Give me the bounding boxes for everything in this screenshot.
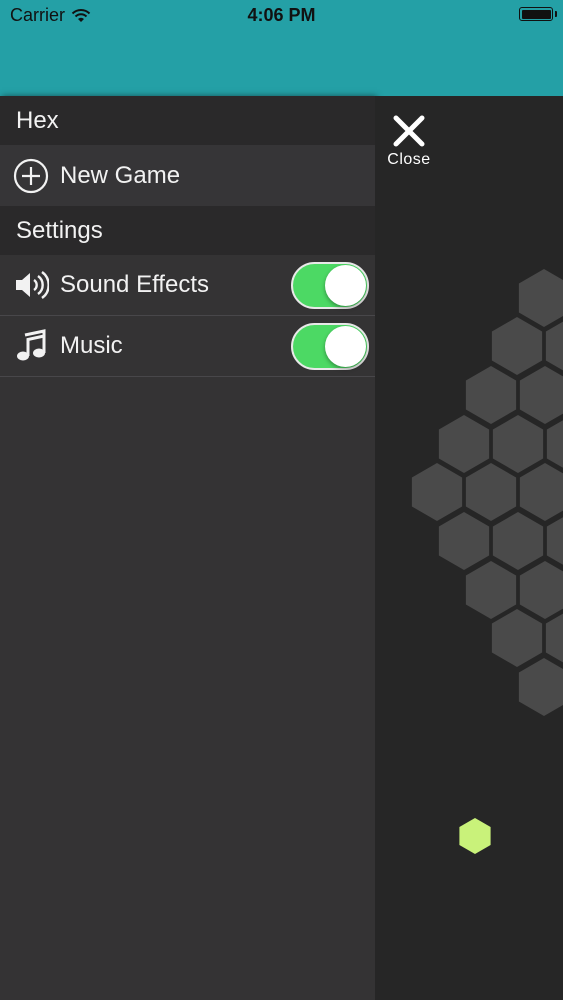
hex-cell[interactable] [411,463,463,521]
new-game-button[interactable]: New Game [0,145,375,206]
music-toggle[interactable] [291,323,369,370]
battery-tip [555,11,557,17]
hex-cell[interactable] [465,561,517,619]
hex-cell[interactable] [518,658,563,716]
player-piece[interactable] [459,818,491,854]
hex-cell[interactable] [519,463,563,521]
close-label: Close [387,151,431,168]
hex-cell[interactable] [491,609,543,667]
sound-effects-toggle[interactable] [291,262,369,309]
toggle-knob [325,326,366,367]
hex-cell[interactable] [546,415,563,473]
hex-cell[interactable] [518,269,563,327]
hex-cell[interactable] [492,512,544,570]
menu-title: Hex [0,96,375,145]
hex-cell[interactable] [465,366,517,424]
hex-cell[interactable] [546,512,563,570]
speaker-icon [12,266,50,304]
hex-cell[interactable] [438,415,490,473]
close-button[interactable]: Close [383,114,435,169]
status-bar: Carrier 4:06 PM [0,0,563,96]
hex-cell[interactable] [438,512,490,570]
side-menu: Hex New Game Settings Sound Effects Musi… [0,96,375,1000]
hex-cell[interactable] [519,366,563,424]
battery-icon [519,7,553,21]
close-icon [393,115,425,147]
hex-cell[interactable] [545,317,563,375]
settings-header: Settings [0,206,375,255]
hex-cell[interactable] [492,415,544,473]
hex-board [411,269,563,854]
hex-cell[interactable] [519,561,563,619]
toggle-knob [325,265,366,306]
hex-cell[interactable] [545,609,563,667]
music-note-icon [12,327,50,365]
music-label: Music [60,332,123,359]
game-area: Close [375,96,563,1000]
settings-row-music: Music [0,316,375,377]
hex-cell[interactable] [465,463,517,521]
settings-row-sound-effects: Sound Effects [0,255,375,316]
new-game-label: New Game [60,161,181,189]
sound-effects-label: Sound Effects [60,271,209,298]
hex-cell[interactable] [491,317,543,375]
add-circle-icon [12,157,50,195]
status-time: 4:06 PM [247,5,316,25]
